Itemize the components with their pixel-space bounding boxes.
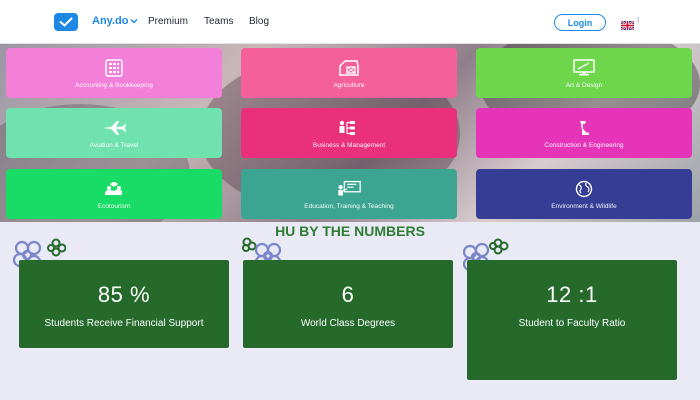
top-navbar: Any.do Premium Teams Blog Login I xyxy=(0,0,700,44)
stat-value: 85 % xyxy=(97,282,151,307)
stat-value: 6 xyxy=(341,282,355,307)
category-tile-education[interactable]: Education, Training & Teaching xyxy=(241,169,457,219)
calculator-icon xyxy=(101,58,127,78)
stat-caption: World Class Degrees xyxy=(300,318,396,329)
numbers-section-title: HU BY THE NUMBERS xyxy=(275,223,425,239)
nav-link-blog[interactable]: Blog xyxy=(249,16,269,27)
globe-icon xyxy=(571,179,597,199)
nav-link-teams[interactable]: Teams xyxy=(204,16,233,27)
login-button[interactable]: Login xyxy=(554,14,606,31)
category-tile-environment[interactable]: Environment & Wildlife xyxy=(476,169,692,219)
nav-link-premium[interactable]: Premium xyxy=(148,16,188,27)
category-tile-art-design[interactable]: Art & Design xyxy=(476,48,692,98)
teacher-board-icon xyxy=(336,179,362,199)
barn-icon xyxy=(336,58,362,78)
stat-caption: Students Receive Financial Support xyxy=(44,318,204,329)
org-chart-icon xyxy=(336,118,362,138)
category-label: Aviation & Travel xyxy=(89,141,139,149)
category-label: Accounting & Bookkeeping xyxy=(75,81,153,89)
category-label: Education, Training & Teaching xyxy=(304,202,394,210)
stat-caption: Student to Faculty Ratio xyxy=(518,318,626,329)
airplane-icon xyxy=(101,118,127,138)
chevron-down-icon xyxy=(130,15,138,27)
brand-menu[interactable]: Any.do xyxy=(92,15,138,27)
category-tile-agriculture[interactable]: Agriculture xyxy=(241,48,457,98)
stat-card-ratio: 12 :1 Student to Faculty Ratio xyxy=(467,260,677,380)
language-code: I xyxy=(637,16,640,25)
category-tile-ecotourism[interactable]: Ecotourism xyxy=(6,169,222,219)
crane-icon xyxy=(571,118,597,138)
stat-card-financial-support: 85 % Students Receive Financial Support xyxy=(19,260,229,348)
uk-flag-icon[interactable] xyxy=(620,17,635,31)
logo-checkmark-icon[interactable] xyxy=(54,13,78,31)
category-tile-construction[interactable]: Construction & Engineering xyxy=(476,108,692,158)
monitor-icon xyxy=(571,58,597,78)
category-tile-aviation[interactable]: Aviation & Travel xyxy=(6,108,222,158)
brand-name: Any.do xyxy=(92,15,129,27)
category-tile-business[interactable]: Business & Management xyxy=(241,108,457,158)
category-label: Construction & Engineering xyxy=(544,141,624,149)
category-label: Agriculture xyxy=(333,81,365,89)
stat-value: 12 :1 xyxy=(546,282,598,307)
category-label: Ecotourism xyxy=(97,202,131,210)
category-tile-accounting[interactable]: Accounting & Bookkeeping xyxy=(6,48,222,98)
eco-hands-icon xyxy=(101,179,127,199)
category-label: Environment & Wildlife xyxy=(551,202,617,210)
category-label: Art & Design xyxy=(565,81,603,89)
category-label: Business & Management xyxy=(312,141,386,149)
stat-card-degrees: 6 World Class Degrees xyxy=(243,260,453,348)
